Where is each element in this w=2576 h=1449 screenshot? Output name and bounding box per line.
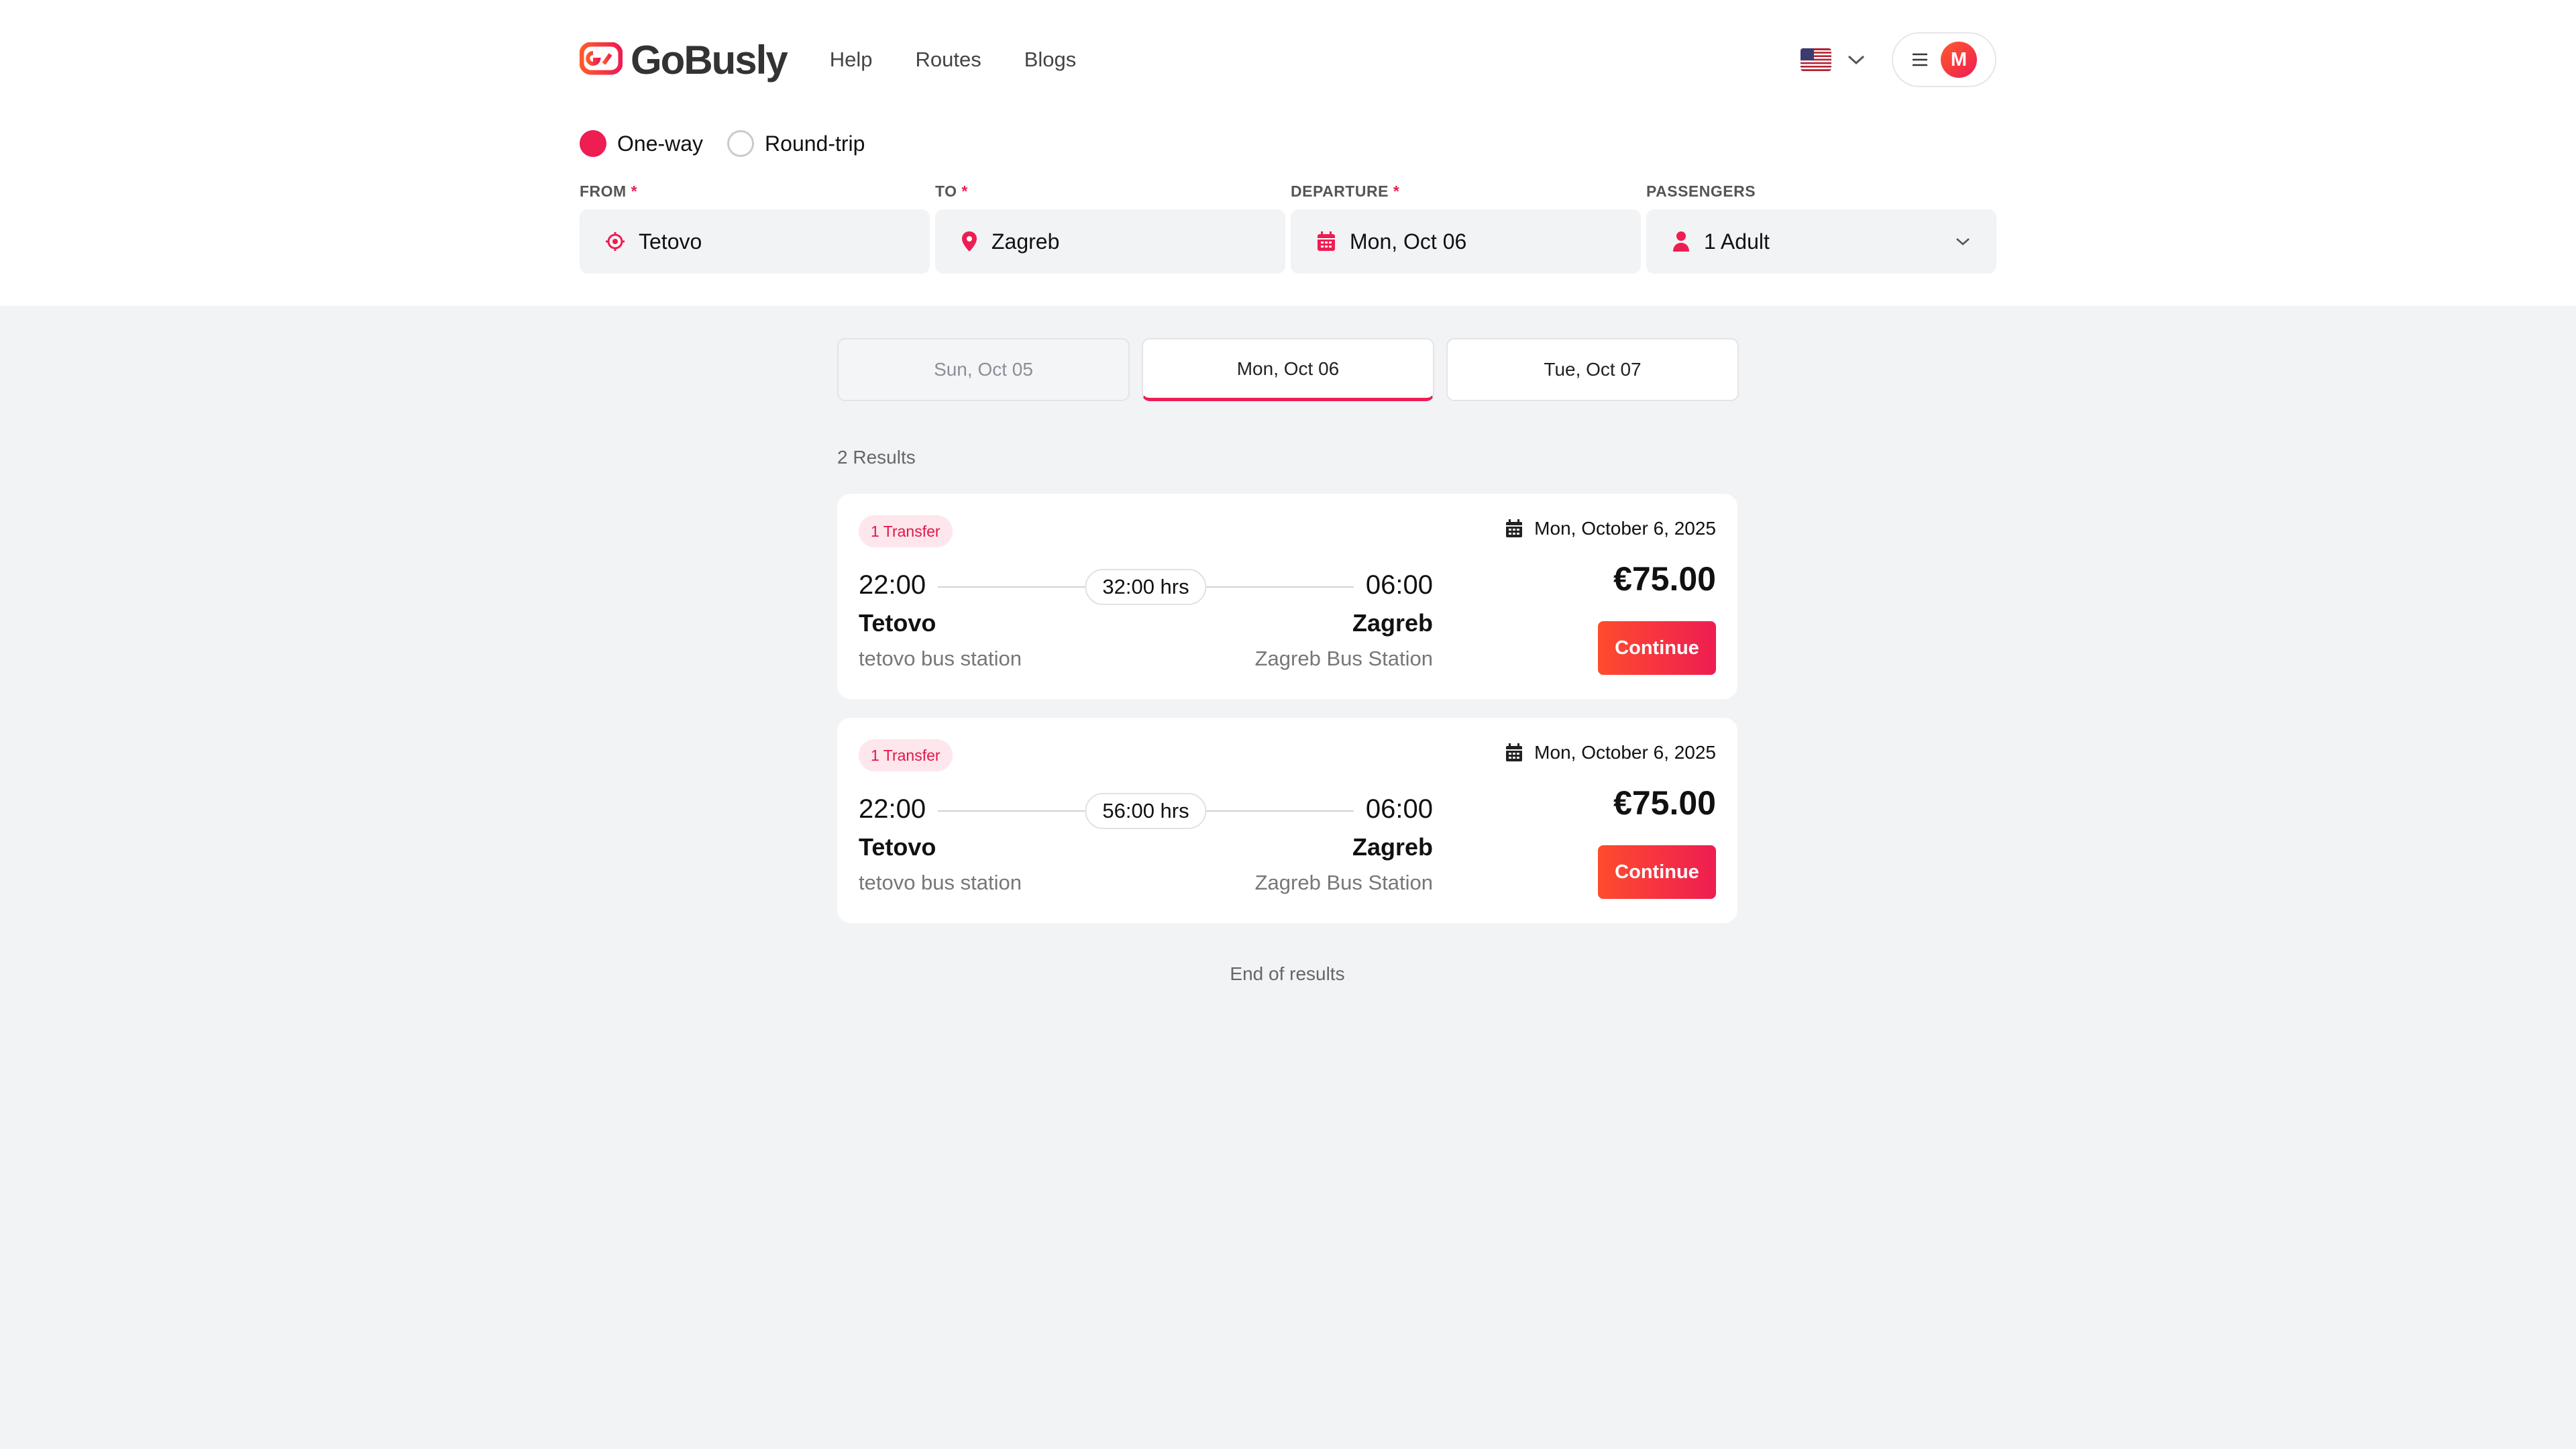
from-field: FROM * Tetovo [580,182,930,274]
round-trip-radio[interactable]: Round-trip [727,130,865,157]
required-asterisk: * [961,182,968,200]
us-flag-icon [1801,48,1831,71]
radio-indicator [727,130,755,157]
departure-time: 22:00 [859,570,926,600]
origin-station: tetovo bus station [859,871,1022,894]
user-menu-button[interactable]: M [1892,32,1996,87]
date-tab-current[interactable]: Mon, Oct 06 [1142,338,1434,401]
price: €75.00 [1613,784,1716,822]
nav-links: Help Routes Blogs [830,48,1077,72]
departure-input[interactable]: Mon, Oct 06 [1291,209,1641,274]
passengers-select[interactable]: 1 Adult [1646,209,1996,274]
date-tab-prev[interactable]: Sun, Oct 05 [837,338,1130,401]
date-tab-next[interactable]: Tue, Oct 07 [1446,338,1739,401]
trip-timeline: 22:00 56:00 hrs 06:00 [859,793,1433,829]
one-way-label: One-way [617,131,704,156]
destination-station: Zagreb Bus Station [1254,647,1433,670]
from-input[interactable]: Tetovo [580,209,930,274]
nav-routes[interactable]: Routes [915,48,981,72]
chevron-down-icon [1956,238,1970,246]
calendar-icon [1506,743,1523,761]
continue-button[interactable]: Continue [1598,845,1716,899]
trip-date: Mon, October 6, 2025 [1505,518,1716,539]
trip-date: Mon, October 6, 2025 [1505,742,1716,763]
departure-label: DEPARTURE * [1291,182,1641,209]
from-label: FROM * [580,182,930,209]
destination-city: Zagreb [1352,609,1433,637]
trip-timeline: 22:00 32:00 hrs 06:00 [859,569,1433,605]
trip-type-group: One-way Round-trip [580,130,865,157]
header-search-panel: GoBusly Help Routes Blogs M One-way Roun… [0,0,2576,306]
nav-blogs[interactable]: Blogs [1024,48,1077,72]
calendar-icon [1318,231,1335,251]
arrival-time: 06:00 [1365,570,1433,600]
from-value: Tetovo [639,229,702,254]
radio-indicator-checked [580,130,606,157]
required-asterisk: * [631,182,638,200]
destination-city: Zagreb [1352,833,1433,861]
gobusly-logo-icon [580,42,623,75]
origin-city: Tetovo [859,833,936,861]
nav-right: M [1801,32,1996,87]
origin-station: tetovo bus station [859,647,1022,670]
transfer-badge: 1 Transfer [859,739,953,771]
departure-field: DEPARTURE * Mon, Oct 06 [1291,182,1641,274]
to-field: TO * Zagreb [935,182,1285,274]
passengers-field: PASSENGERS 1 Adult [1646,182,1996,274]
to-input[interactable]: Zagreb [935,209,1285,274]
one-way-radio[interactable]: One-way [580,130,703,157]
person-icon [1673,231,1689,252]
nav-help[interactable]: Help [830,48,873,72]
departure-value: Mon, Oct 06 [1350,229,1467,254]
avatar: M [1941,42,1977,78]
to-label: TO * [935,182,1285,209]
top-nav: GoBusly Help Routes Blogs M [580,23,1996,97]
calendar-icon [1506,519,1523,537]
end-of-results: End of results [1230,963,1345,984]
date-tabs: Sun, Oct 05 Mon, Oct 06 Tue, Oct 07 [837,338,1739,401]
continue-button[interactable]: Continue [1598,621,1716,675]
duration-pill: 56:00 hrs [1085,793,1207,829]
search-fields: FROM * Tetovo TO * Zagreb DEPARTURE * Mo… [580,182,1996,274]
brand-name: GoBusly [631,37,788,83]
result-card[interactable]: 1 Transfer 22:00 56:00 hrs 06:00 Tetovo … [837,718,1737,923]
to-value: Zagreb [991,229,1060,254]
trip-date-text: Mon, October 6, 2025 [1534,742,1716,763]
destination-station: Zagreb Bus Station [1254,871,1433,894]
result-card[interactable]: 1 Transfer 22:00 32:00 hrs 06:00 Tetovo … [837,494,1737,699]
transfer-badge: 1 Transfer [859,515,953,547]
origin-target-icon [606,232,625,251]
results-count: 2 Results [837,447,916,468]
departure-time: 22:00 [859,794,926,824]
trip-date-text: Mon, October 6, 2025 [1534,518,1716,539]
arrival-time: 06:00 [1365,794,1433,824]
language-selector[interactable] [1801,48,1865,71]
from-label-text: FROM [580,182,627,200]
location-pin-icon [962,231,977,252]
passengers-label: PASSENGERS [1646,182,1756,200]
round-trip-label: Round-trip [765,131,865,156]
duration-pill: 32:00 hrs [1085,569,1207,605]
price: €75.00 [1613,560,1716,598]
passengers-value: 1 Adult [1704,229,1770,254]
hamburger-icon [1913,53,1927,66]
chevron-down-icon [1847,55,1865,65]
to-label-text: TO [935,182,957,200]
logo[interactable]: GoBusly [580,37,788,83]
origin-city: Tetovo [859,609,936,637]
required-asterisk: * [1393,182,1400,200]
departure-label-text: DEPARTURE [1291,182,1389,200]
